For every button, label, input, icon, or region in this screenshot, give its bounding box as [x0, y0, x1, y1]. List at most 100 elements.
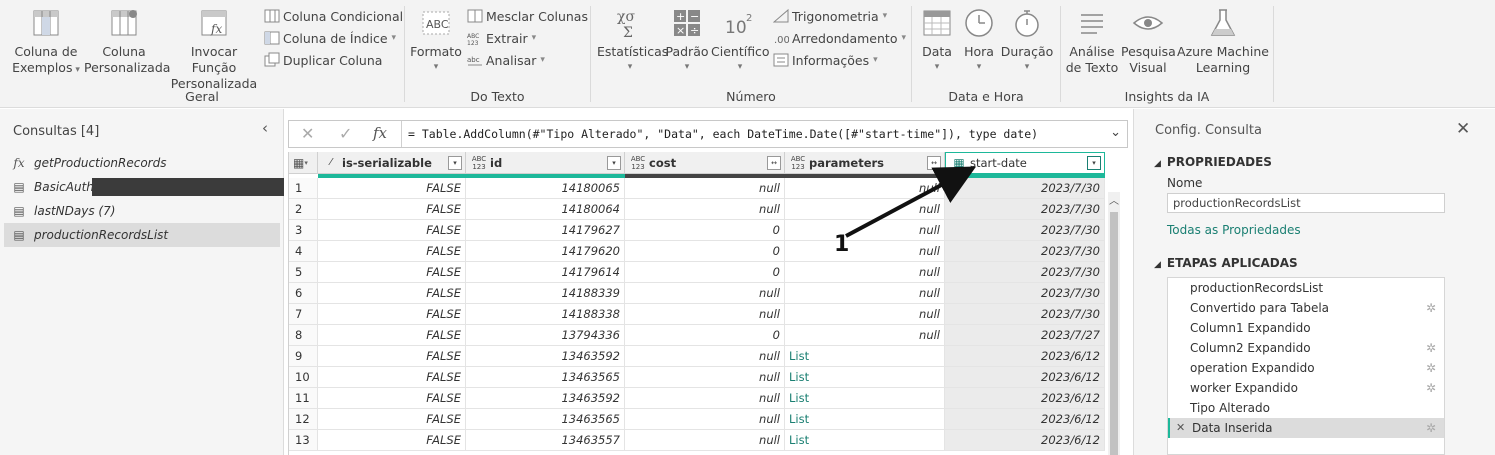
applied-step[interactable]: Convertido para Tabela ✲: [1168, 298, 1444, 318]
column-name-editing[interactable]: start-date: [970, 156, 1087, 170]
formula-input[interactable]: = Table.AddColumn(#"Tipo Alterado", "Dat…: [401, 121, 1099, 147]
filter-dropdown-button[interactable]: ▾: [607, 155, 621, 170]
query-item-basicauth[interactable]: ▤ BasicAuth: [4, 175, 284, 199]
date-button[interactable]: Data ▾: [916, 6, 958, 72]
table-cell-params[interactable]: List: [785, 367, 945, 388]
duplicate-column-icon: [264, 52, 280, 67]
table-cell-params[interactable]: List: [785, 430, 945, 451]
close-icon[interactable]: ✕: [1456, 119, 1470, 139]
merge-columns-button[interactable]: Mesclar Colunas: [467, 6, 588, 26]
filter-dropdown-button[interactable]: ▾: [1087, 156, 1101, 170]
confirm-formula-button[interactable]: ✓: [339, 124, 352, 143]
svg-text:abc: abc: [467, 56, 480, 64]
index-column-button[interactable]: Coluna de Índice ▾: [264, 28, 396, 48]
vision-button[interactable]: Pesquisa Visual: [1121, 6, 1176, 76]
cancel-formula-button[interactable]: ✕: [301, 124, 314, 143]
applied-step[interactable]: operation Expandido ✲: [1168, 358, 1444, 378]
applied-step[interactable]: Tipo Alterado: [1168, 398, 1444, 418]
table-cell-params[interactable]: List: [785, 346, 945, 367]
btn-label-line1: Coluna: [102, 44, 146, 59]
column-header-start-date[interactable]: ▦ start-date ▾: [945, 152, 1105, 174]
query-item-getproductionrecords[interactable]: fx getProductionRecords: [4, 151, 280, 175]
filter-dropdown-button[interactable]: ▾: [448, 155, 462, 170]
duplicate-column-button[interactable]: Duplicar Coluna: [264, 50, 382, 70]
step-settings-gear-icon[interactable]: ✲: [1426, 418, 1436, 438]
applied-steps-heading[interactable]: ◢ ETAPAS APLICADAS: [1154, 256, 1298, 270]
trigonometry-icon: [773, 8, 789, 23]
collapse-triangle-icon: ◢: [1154, 260, 1161, 270]
insert-function-button[interactable]: fx: [373, 124, 387, 142]
table-cell-params: null: [785, 262, 945, 283]
column-header-parameters[interactable]: ABC 123 parameters ↔: [785, 152, 945, 174]
btn-label: Analisar: [486, 52, 537, 68]
time-button[interactable]: Hora ▾: [960, 6, 998, 72]
svg-text:×: ×: [676, 24, 685, 37]
btn-label-line1: Invocar Função: [190, 44, 238, 75]
expand-column-button[interactable]: ↔: [927, 155, 941, 170]
text-analytics-button[interactable]: Análise de Texto: [1065, 6, 1119, 76]
statistics-button[interactable]: χσ Σ Estatísticas ▾: [597, 6, 668, 72]
properties-heading[interactable]: ◢ PROPRIEDADES: [1154, 155, 1272, 169]
table-cell-ser: FALSE: [318, 346, 466, 367]
conditional-column-button[interactable]: Coluna Condicional: [264, 6, 403, 26]
table-icon: ▤: [13, 228, 25, 242]
scroll-thumb[interactable]: [1110, 212, 1118, 455]
delete-step-icon[interactable]: ✕: [1176, 418, 1185, 438]
column-header-is-serializable[interactable]: ⁄ is-serializable ▾: [318, 152, 466, 174]
svg-text:χσ: χσ: [617, 9, 635, 25]
btn-label-line2: Visual: [1129, 60, 1167, 75]
query-name-input[interactable]: [1167, 193, 1445, 213]
svg-text:ABC: ABC: [426, 18, 449, 31]
table-column-icon: [33, 10, 59, 36]
rounding-button[interactable]: .00 Arredondamento ▾: [773, 28, 906, 48]
applied-step[interactable]: worker Expandido ✲: [1168, 378, 1444, 398]
row-number: 6: [289, 283, 318, 304]
step-label: worker Expandido: [1190, 381, 1298, 395]
duration-button[interactable]: Duração ▾: [1000, 6, 1054, 72]
invoke-custom-function-button[interactable]: fx Invocar Função Personalizada: [168, 6, 260, 92]
extract-button[interactable]: ABC 123 Extrair ▾: [467, 28, 536, 48]
information-button[interactable]: Informações ▾: [773, 50, 878, 70]
standard-button[interactable]: + − × ÷ Padrão ▾: [665, 6, 709, 72]
query-item-productionrecordslist[interactable]: ▤ productionRecordsList: [4, 223, 280, 247]
row-number: 8: [289, 325, 318, 346]
applied-step[interactable]: ✕ Data Inserida ✲: [1168, 418, 1444, 438]
custom-column-button[interactable]: Coluna Personalizada: [84, 6, 170, 76]
table-cell-id: 13463557: [466, 430, 625, 451]
row-number: 2: [289, 199, 318, 220]
all-properties-link[interactable]: Todas as Propriedades: [1167, 223, 1301, 237]
query-item-lastndays[interactable]: ▤ lastNDays (7): [4, 199, 280, 223]
format-button[interactable]: ABC Formato ▾: [409, 6, 463, 72]
vertical-scrollbar[interactable]: ︿: [1108, 192, 1120, 455]
step-settings-gear-icon[interactable]: ✲: [1426, 358, 1436, 378]
table-cell-params[interactable]: List: [785, 409, 945, 430]
scientific-button[interactable]: 10 2 Científico ▾: [711, 6, 770, 72]
table-cell-cost: null: [625, 346, 785, 367]
column-from-examples-button[interactable]: Coluna de Exemplos ▾: [10, 6, 82, 78]
ribbon-group-label: Data e Hora: [948, 89, 1024, 104]
step-settings-gear-icon[interactable]: ✲: [1426, 338, 1436, 358]
scroll-up-icon[interactable]: ︿: [1109, 192, 1119, 207]
type-any-icon: ABC 123: [630, 154, 646, 171]
trigonometry-button[interactable]: Trigonometria ▾: [773, 6, 887, 26]
applied-step[interactable]: productionRecordsList: [1168, 278, 1444, 298]
expand-formula-chevron-icon[interactable]: ⌄: [1110, 125, 1121, 140]
column-header-id[interactable]: ABC 123 id ▾: [466, 152, 625, 174]
parse-button[interactable]: abc Analisar ▾: [467, 50, 545, 70]
step-settings-gear-icon[interactable]: ✲: [1426, 378, 1436, 398]
step-settings-gear-icon[interactable]: ✲: [1426, 298, 1436, 318]
applied-step[interactable]: Column2 Expandido ✲: [1168, 338, 1444, 358]
expand-column-button[interactable]: ↔: [767, 155, 781, 170]
table-cell-params: null: [785, 325, 945, 346]
azure-ml-button[interactable]: Azure Machine Learning: [1177, 6, 1269, 76]
custom-column-icon: [111, 10, 137, 36]
table-menu-button[interactable]: ▦ ▾: [289, 152, 318, 174]
type-date-icon[interactable]: ▦: [948, 157, 970, 169]
table-cell-id: 14188339: [466, 283, 625, 304]
function-icon: fx: [13, 156, 25, 170]
btn-label: Coluna de Índice: [283, 30, 388, 46]
column-header-cost[interactable]: ABC 123 cost ↔: [625, 152, 785, 174]
applied-step[interactable]: Column1 Expandido: [1168, 318, 1444, 338]
table-cell-params[interactable]: List: [785, 388, 945, 409]
collapse-chevron-icon[interactable]: ‹: [262, 119, 268, 137]
